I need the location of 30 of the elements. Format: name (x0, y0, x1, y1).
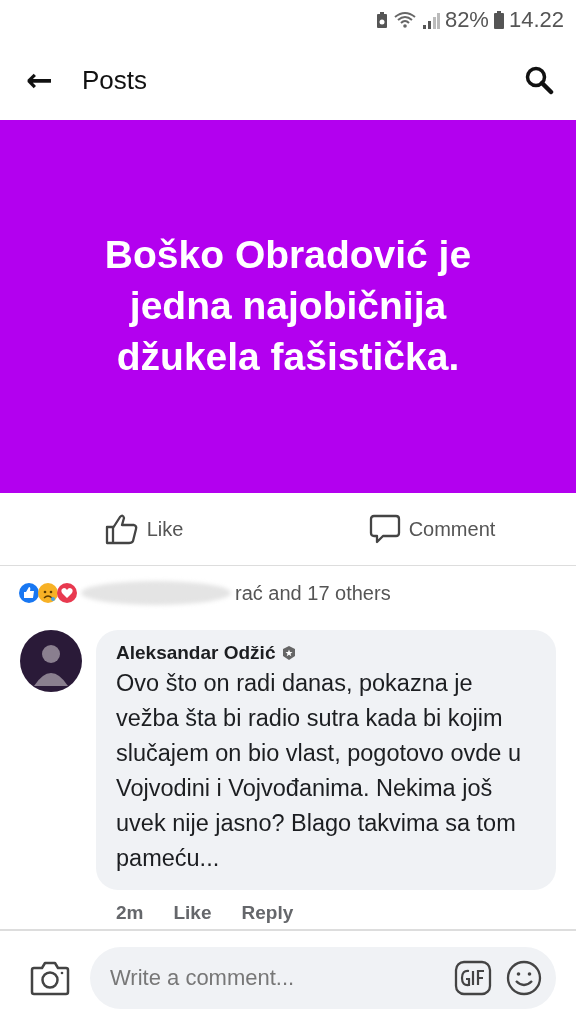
battery-percent: 82% (444, 7, 489, 33)
reaction-summary[interactable]: rać and 17 others (235, 581, 391, 605)
comment-time: 2m (116, 902, 144, 924)
comment-input-field[interactable]: Write a comment... (108, 963, 440, 992)
like-link[interactable]: Like (173, 902, 212, 924)
reply-link[interactable]: Reply (241, 902, 294, 924)
comment-button[interactable]: Comment (288, 493, 576, 565)
comment-text: Ovo što on radi danas, pokazna je vežba šta bi radio sutra kada bi kojim slučajem on bio vlast, pogotovo ovde u Vojvodini i Vojvođanima. Nekima još uvek nije jasno? Blago takvima sa tom pameću... (116, 669, 522, 873)
speech-bubble-icon (368, 513, 401, 545)
badge-icon (281, 645, 298, 661)
emoji-icon[interactable] (506, 959, 542, 996)
thumbs-up-icon (104, 513, 139, 545)
comment-box[interactable]: Write a comment... (90, 946, 556, 1009)
battery-saver-icon (375, 12, 388, 28)
like-button[interactable]: Like (0, 493, 288, 565)
gif-icon[interactable] (454, 959, 492, 996)
avatar[interactable] (20, 630, 82, 692)
battery-icon (493, 11, 504, 29)
clock: 14.22 (508, 7, 564, 33)
love-reaction-icon (56, 582, 78, 604)
comment-author[interactable]: Aleksandar Odžić (116, 642, 276, 664)
camera-icon[interactable] (30, 959, 70, 996)
back-button[interactable]: ← (26, 61, 82, 99)
page-title: Posts (82, 64, 149, 96)
signal-icon (421, 11, 440, 29)
search-icon[interactable] (524, 65, 554, 95)
post-text: Boško Obradović je jedna najobičnija džukela fašistička. (103, 232, 473, 380)
like-reaction-icon (18, 582, 40, 604)
sad-reaction-icon (37, 582, 59, 604)
wifi-icon (392, 11, 417, 29)
